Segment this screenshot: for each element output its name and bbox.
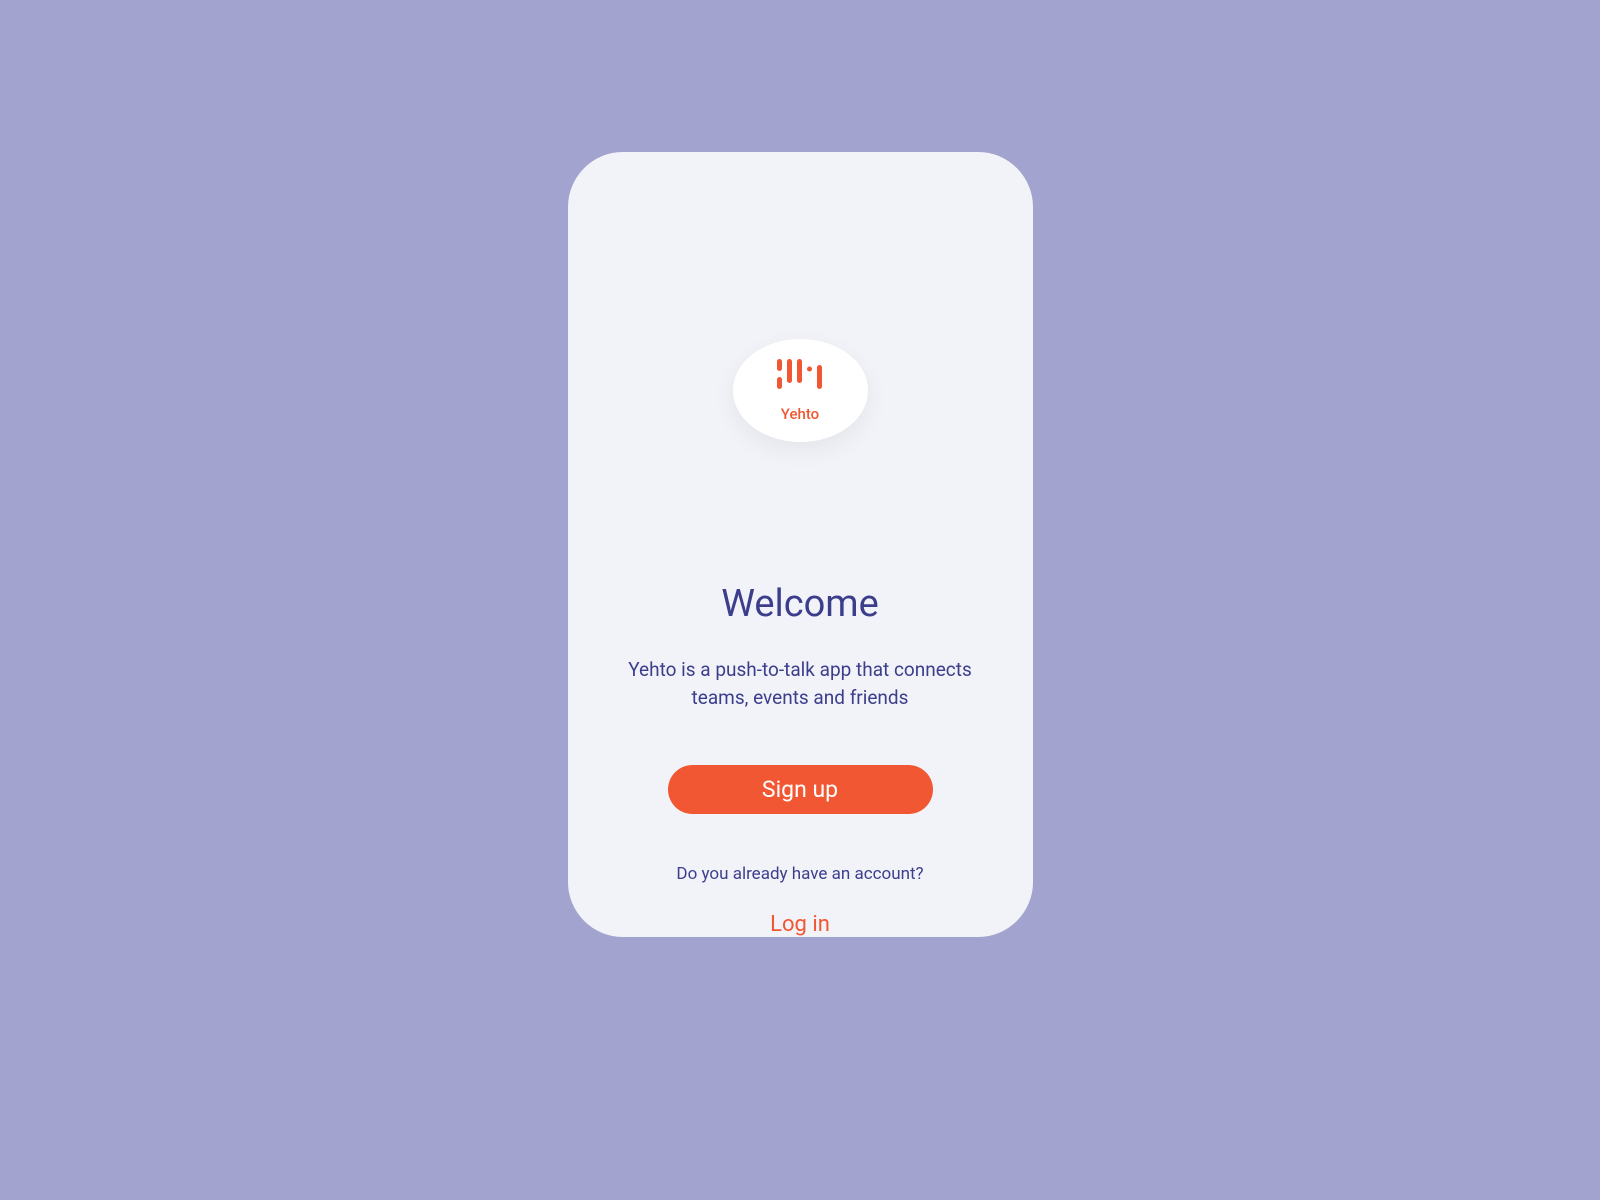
logo-text: Yehto xyxy=(781,405,819,423)
login-link[interactable]: Log in xyxy=(770,912,830,937)
welcome-heading: Welcome xyxy=(721,582,879,626)
welcome-card: Yehto Welcome Yehto is a push-to-talk ap… xyxy=(568,152,1033,937)
welcome-description: Yehto is a push-to-talk app that connect… xyxy=(610,656,990,713)
logo-container: Yehto xyxy=(733,339,868,442)
yehto-logo-icon xyxy=(775,357,825,399)
signup-button[interactable]: Sign up xyxy=(668,765,933,814)
account-prompt: Do you already have an account? xyxy=(676,864,923,884)
